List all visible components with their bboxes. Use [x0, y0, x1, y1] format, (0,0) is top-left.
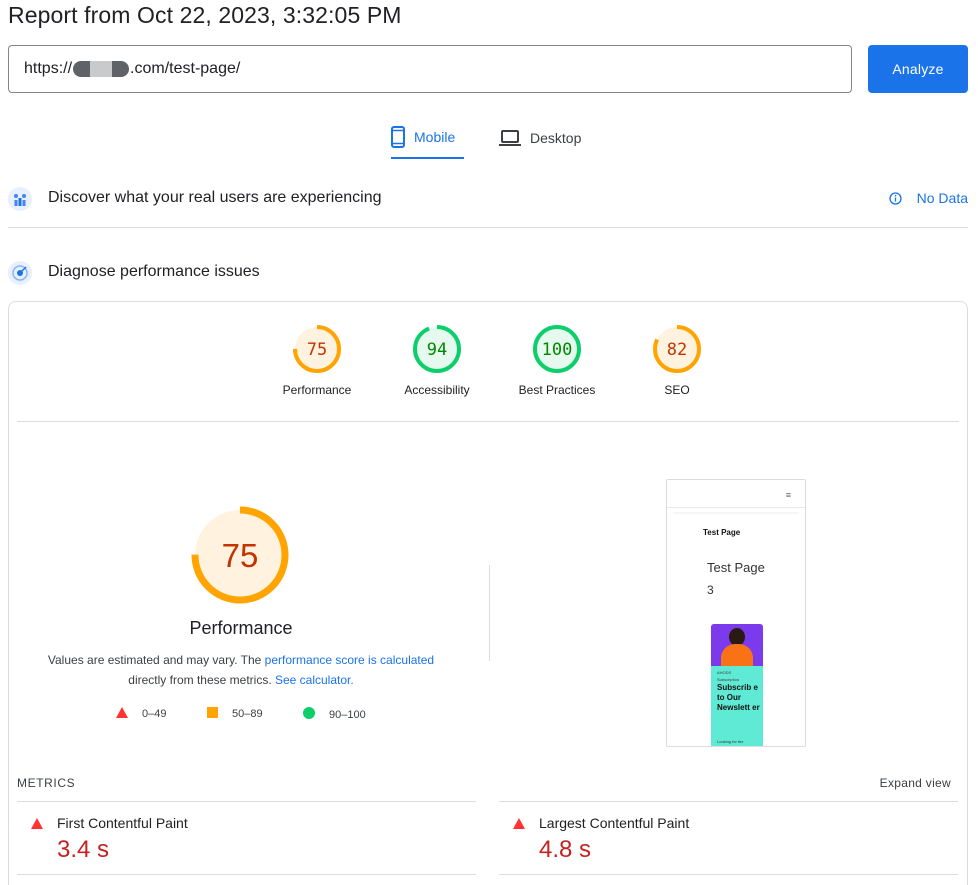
legend-average-label: 50–89 — [232, 708, 263, 720]
metric-value: 3.4 s — [57, 836, 110, 863]
legend-pass-label: 90–100 — [329, 708, 366, 721]
see-calculator-link[interactable]: See calculator. — [275, 673, 354, 687]
gauge-ring: 100 — [533, 325, 581, 373]
gauge-score: 100 — [542, 340, 573, 360]
section-divider — [489, 565, 490, 661]
screenshot-page-title: Test Page — [707, 560, 765, 575]
gauge-ring: 94 — [413, 325, 461, 373]
device-tabs: Mobile Desktop — [0, 117, 978, 159]
metric-name: Largest Contentful Paint — [539, 815, 690, 831]
diagnose-title: Diagnose performance issues — [48, 263, 260, 280]
url-input[interactable]: https:// .com/test-page/ — [8, 45, 852, 93]
category-gauges: 75 Performance 94 Accessibility 100 Best… — [17, 302, 959, 422]
green-circle-icon — [303, 707, 315, 722]
gauge-label: Best Practices — [518, 383, 596, 397]
users-chart-icon — [8, 187, 32, 211]
screenshot-content: Test Page Test Page 3 AHODS Subscription… — [673, 514, 799, 746]
screenshot-brand: Test Page — [703, 528, 741, 537]
metric-lcp: Largest Contentful Paint 4.8 s — [499, 801, 958, 875]
promo-line-1: AHODS — [717, 670, 732, 675]
desc-text-2: directly from these metrics. — [128, 673, 275, 687]
screenshot-topbar: ≡ — [667, 480, 805, 508]
expand-view-toggle[interactable]: Expand view — [880, 776, 951, 790]
field-data-title: Discover what your real users are experi… — [48, 189, 382, 206]
performance-title: Performance — [189, 618, 293, 638]
metric-fcp: First Contentful Paint 3.4 s — [17, 801, 476, 875]
no-data-link[interactable]: No Data — [888, 190, 968, 206]
smartphone-icon — [391, 126, 405, 148]
performance-description: Values are estimated and may vary. The p… — [9, 650, 473, 690]
gauge-score: 94 — [427, 340, 447, 360]
red-triangle-icon — [513, 818, 525, 829]
tab-desktop-label: Desktop — [530, 130, 582, 146]
red-triangle-icon — [31, 818, 43, 829]
red-triangle-icon — [116, 707, 128, 721]
gauge-best-practices[interactable]: 100 Best Practices — [502, 324, 612, 397]
info-icon — [888, 191, 902, 205]
lab-report-card: 75 Performance 94 Accessibility 100 Best… — [8, 301, 968, 885]
desc-text-1: Values are estimated and may vary. The — [47, 653, 265, 667]
hamburger-menu-icon: ≡ — [785, 490, 791, 500]
gauge-seo[interactable]: 82 SEO — [622, 324, 732, 397]
legend-fail: 0–49 — [116, 707, 166, 721]
tab-mobile[interactable]: Mobile — [391, 117, 464, 159]
orange-square-icon — [207, 707, 218, 721]
gauge-accessibility[interactable]: 94 Accessibility — [382, 324, 492, 397]
gauge-label: Accessibility — [404, 383, 470, 397]
tab-desktop[interactable]: Desktop — [499, 117, 589, 159]
screenshot-promo-card: AHODS Subscription Subscrib e to Our New… — [711, 624, 763, 746]
metric-name: First Contentful Paint — [57, 815, 188, 831]
gauge-ring: 82 — [653, 325, 701, 373]
score-calculated-link[interactable]: performance score is calculated — [265, 653, 434, 667]
gauge-performance[interactable]: 75 Performance — [262, 324, 372, 397]
promo-photo — [711, 624, 763, 666]
url-suffix: .com/test-page/ — [130, 60, 241, 77]
tab-mobile-label: Mobile — [414, 129, 456, 145]
analyze-button[interactable]: Analyze — [868, 45, 968, 93]
url-redaction — [73, 61, 130, 77]
legend-fail-label: 0–49 — [142, 708, 167, 720]
score-legend: 0–49 50–89 90–100 — [9, 707, 473, 725]
gauge-score: 75 — [307, 340, 327, 360]
photo-body — [721, 644, 753, 666]
field-data-section: Discover what your real users are experi… — [8, 184, 968, 228]
promo-small-text: Looking for the — [717, 739, 744, 744]
gauge-label: Performance — [282, 383, 352, 397]
report-title: Report from Oct 22, 2023, 3:32:05 PM — [8, 2, 402, 28]
metrics-heading: METRICS — [17, 776, 76, 790]
laptop-icon — [499, 130, 521, 146]
diagnose-icon — [8, 261, 32, 285]
gauge-label: SEO — [664, 383, 690, 397]
screenshot-page-number: 3 — [707, 583, 714, 597]
final-screenshot[interactable]: ≡ Test Page Test Page 3 AHODS Subscripti… — [666, 479, 806, 747]
gauge-score: 82 — [667, 340, 687, 360]
promo-heading: Subscrib e to Our Newslett er — [717, 683, 760, 712]
performance-score: 75 — [222, 537, 259, 574]
promo-line-2: Subscription — [717, 677, 740, 682]
url-prefix: https:// — [24, 60, 73, 77]
legend-average: 50–89 — [207, 707, 263, 721]
gauge-ring: 75 — [293, 325, 341, 373]
no-data-label: No Data — [916, 190, 968, 206]
legend-pass: 90–100 — [303, 707, 366, 722]
metric-value: 4.8 s — [539, 836, 592, 863]
performance-gauge: 75 — [191, 506, 289, 604]
